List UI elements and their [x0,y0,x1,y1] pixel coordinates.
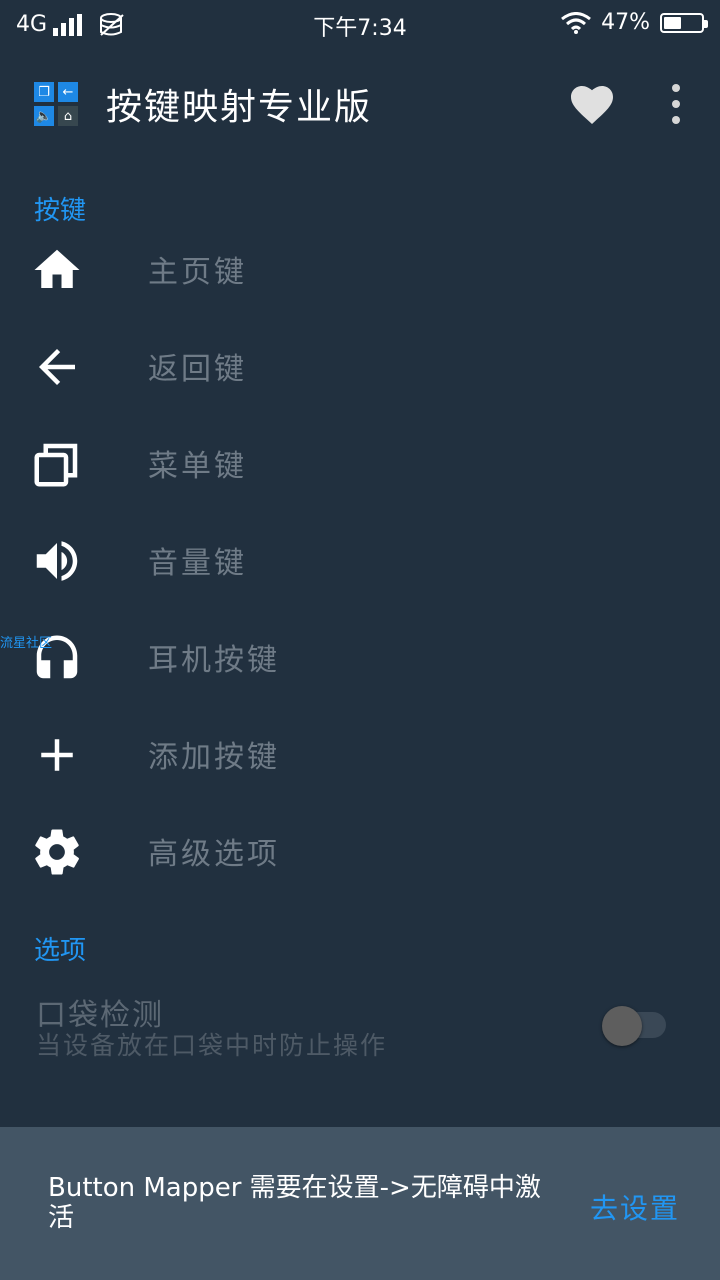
list-item-label: 音量键 [148,546,247,581]
list-item-headset-key[interactable]: 耳机按键 [0,611,720,708]
menu-dot [672,116,680,124]
go-to-settings-button[interactable]: 去设置 [590,1187,680,1227]
wifi-icon [561,11,592,34]
list-item-label: 主页键 [148,255,247,290]
more-vert-icon[interactable] [660,84,692,124]
app-logo-icon: ❐ ← 🔈 ⌂ [34,82,78,126]
pocket-detection-preference[interactable]: 口袋检测 当设备放在口袋中时防止操作 [0,984,720,1074]
snackbar-message: Button Mapper 需要在设置->无障碍中激活 [48,1173,541,1233]
list-item-home-key[interactable]: 主页键 [0,223,720,320]
menu-dot [672,100,680,108]
battery-percent: 47% [601,10,650,35]
list-item-label: 添加按键 [148,740,280,775]
back-arrow-icon [39,349,75,385]
volume-icon [36,541,78,581]
heart-icon[interactable] [568,82,616,126]
pocket-detection-switch[interactable] [602,1006,666,1046]
list-item-volume-key[interactable]: 音量键 [0,514,720,611]
status-right: 47% [561,10,708,35]
page-title: 按键映射专业版 [106,87,373,128]
status-bar: 4G 下午7:34 47% [0,0,720,48]
switch-thumb [602,1006,642,1046]
section-header-buttons: 按键 [34,196,87,226]
list-item-menu-key[interactable]: 菜单键 [0,417,720,514]
recents-icon [34,443,78,487]
logo-home-icon: ⌂ [58,106,78,126]
menu-dot [672,84,680,92]
logo-back-icon: ← [58,82,78,102]
gear-icon [35,829,79,875]
snackbar: Button Mapper 需要在设置->无障碍中激活 去设置 [0,1127,720,1280]
list-item-label: 菜单键 [148,449,247,484]
section-header-options: 选项 [34,936,87,966]
list-item-label: 耳机按键 [148,643,280,678]
watermark: 流星社区 [0,636,53,651]
list-item-add-key[interactable]: 添加按键 [0,708,720,805]
list-item-back-key[interactable]: 返回键 [0,320,720,417]
pocket-detection-summary: 当设备放在口袋中时防止操作 [36,1031,388,1060]
plus-icon [41,739,73,771]
logo-volume-icon: 🔈 [34,106,54,126]
app-toolbar: ❐ ← 🔈 ⌂ 按键映射专业版 [0,48,720,160]
logo-recents-icon: ❐ [34,82,54,102]
home-icon [34,249,80,288]
list-item-label: 高级选项 [148,837,280,872]
list-item-label: 返回键 [148,352,247,387]
list-item-advanced-options[interactable]: 高级选项 [0,805,720,902]
battery-icon [660,12,708,33]
